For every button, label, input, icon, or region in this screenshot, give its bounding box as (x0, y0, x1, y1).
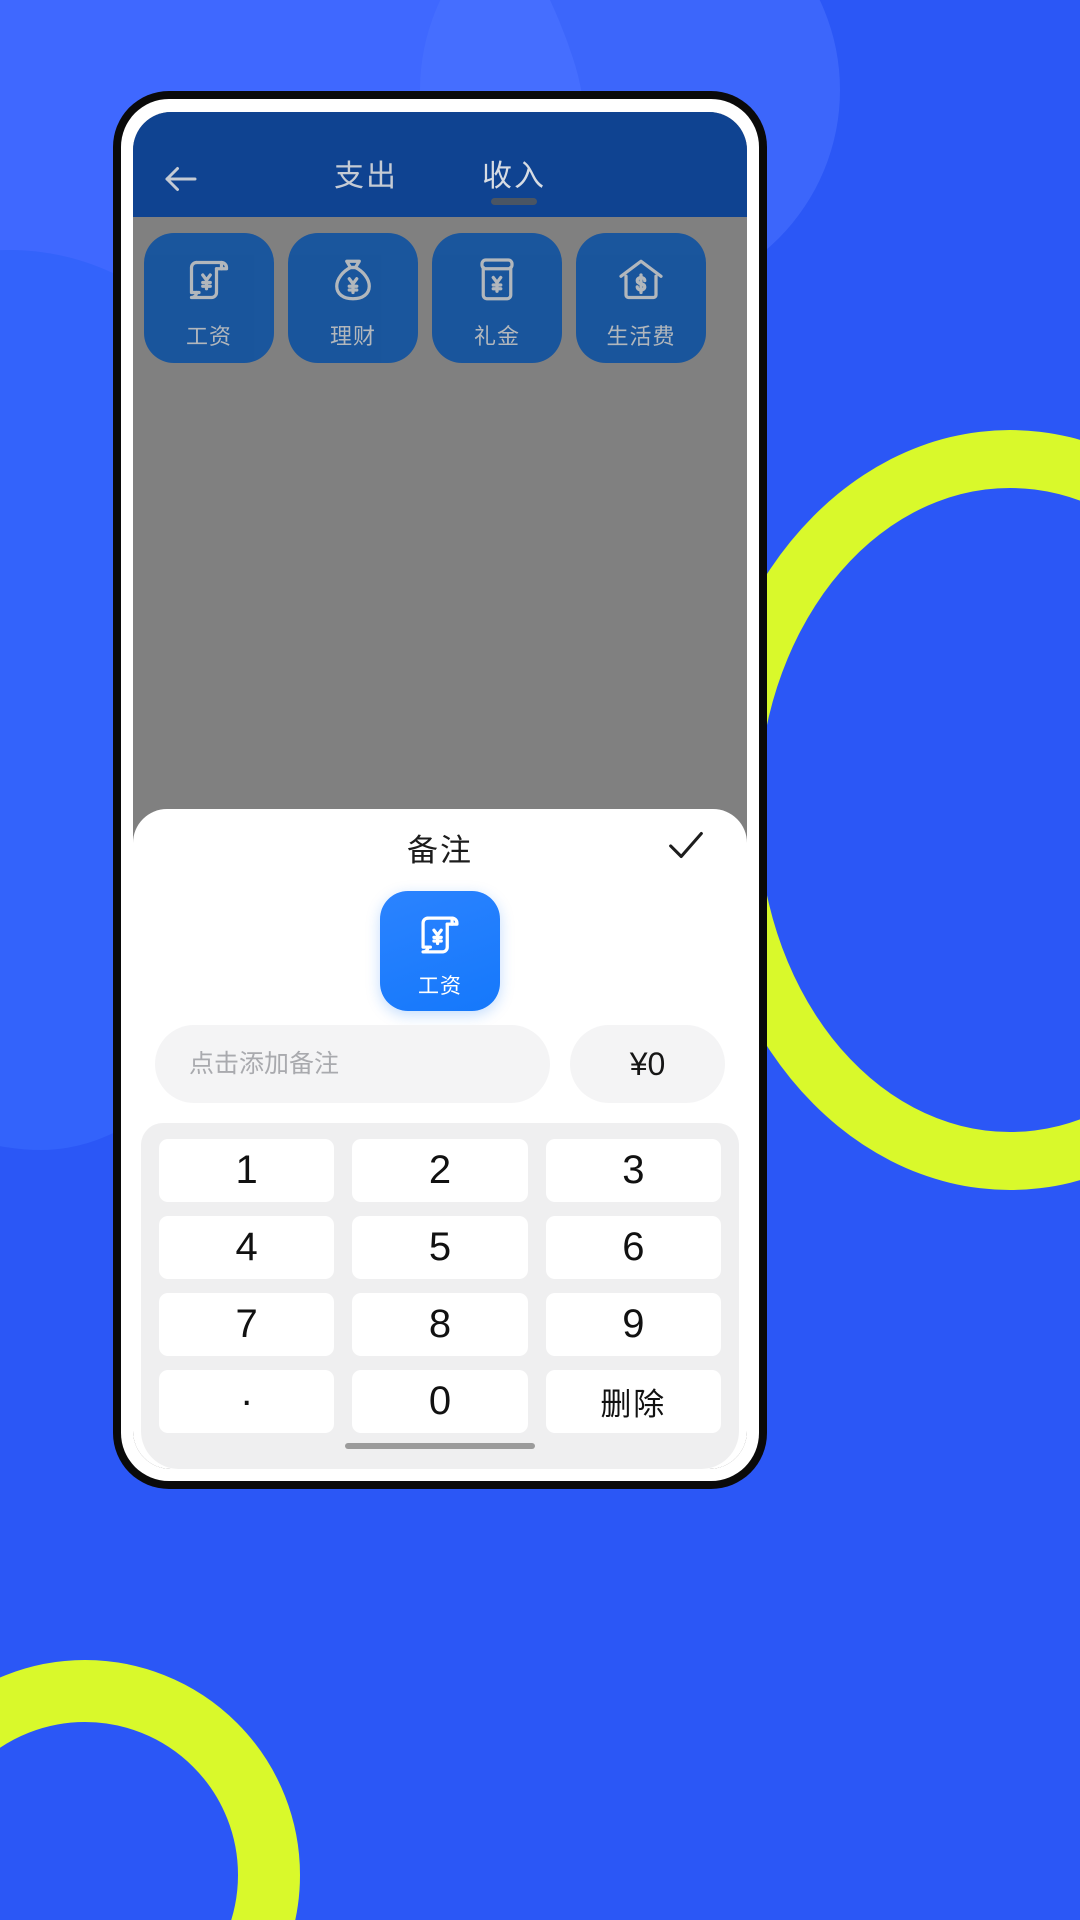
category-strip: 工资 理财 礼金 生活费 (133, 217, 747, 363)
key-8[interactable]: 8 (352, 1293, 528, 1356)
money-bag-yen-icon (318, 245, 388, 315)
selected-category-wrap: 工资 (133, 885, 747, 1025)
category-label: 理财 (329, 324, 376, 349)
key-2[interactable]: 2 (352, 1139, 528, 1202)
note-bottom-sheet: 备注 工资 点击添加备注 ¥0 1 2 3 4 5 6 7 8 9 . 0 删除 (133, 809, 747, 1469)
category-label: 生活费 (606, 324, 676, 349)
selected-category-label: 工资 (418, 975, 462, 998)
note-amount-row: ¥0 (133, 1025, 747, 1123)
category-item-gift[interactable]: 礼金 (432, 233, 562, 363)
background-lime-ring-bottom-left (0, 1660, 300, 1920)
key-3[interactable]: 3 (545, 1139, 721, 1202)
keypad-grid: 1 2 3 4 5 6 7 8 9 . 0 删除 (159, 1139, 721, 1433)
tab-expense[interactable]: 支出 (334, 151, 398, 205)
confirm-button[interactable] (659, 820, 713, 874)
tab-bar: 支出 收入 (133, 112, 747, 217)
sheet-header: 备注 (133, 809, 747, 885)
numeric-keypad: 1 2 3 4 5 6 7 8 9 . 0 删除 (141, 1123, 739, 1469)
category-item-finance[interactable]: 理财 (288, 233, 418, 363)
tab-income[interactable]: 收入 (482, 151, 546, 205)
scroll-yen-icon (174, 245, 244, 315)
key-5[interactable]: 5 (352, 1216, 528, 1279)
key-6[interactable]: 6 (545, 1216, 721, 1279)
key-7[interactable]: 7 (159, 1293, 335, 1356)
arrow-left-icon (160, 158, 202, 200)
category-label: 礼金 (473, 324, 520, 349)
key-0[interactable]: 0 (352, 1370, 528, 1433)
key-1[interactable]: 1 (159, 1139, 335, 1202)
selected-category-tile[interactable]: 工资 (380, 891, 500, 1011)
key-4[interactable]: 4 (159, 1216, 335, 1279)
phone-frame: 支出 收入 工资 理财 礼金 生活费 备注 工资 点击添加备注 ¥0 1 2 3… (113, 91, 767, 1489)
check-icon (663, 822, 709, 873)
category-item-salary[interactable]: 工资 (144, 233, 274, 363)
category-item-living-expenses[interactable]: 生活费 (576, 233, 706, 363)
sheet-title: 备注 (407, 832, 473, 868)
home-indicator-wrap (159, 1433, 721, 1459)
scroll-yen-icon (407, 902, 473, 968)
back-button[interactable] (151, 149, 211, 209)
key-9[interactable]: 9 (545, 1293, 721, 1356)
amount-display[interactable]: ¥0 (570, 1025, 725, 1103)
house-dollar-icon (606, 245, 676, 315)
phone-screen: 支出 收入 工资 理财 礼金 生活费 备注 工资 点击添加备注 ¥0 1 2 3… (133, 112, 747, 1469)
red-envelope-yen-icon (462, 245, 532, 315)
note-input[interactable] (155, 1025, 550, 1103)
app-bar: 支出 收入 (133, 112, 747, 217)
category-label: 工资 (185, 324, 232, 349)
key-decimal[interactable]: . (159, 1370, 335, 1433)
key-delete[interactable]: 删除 (545, 1370, 721, 1433)
phone-bezel: 支出 收入 工资 理财 礼金 生活费 备注 工资 点击添加备注 ¥0 1 2 3… (121, 99, 759, 1481)
home-indicator[interactable] (345, 1443, 535, 1449)
